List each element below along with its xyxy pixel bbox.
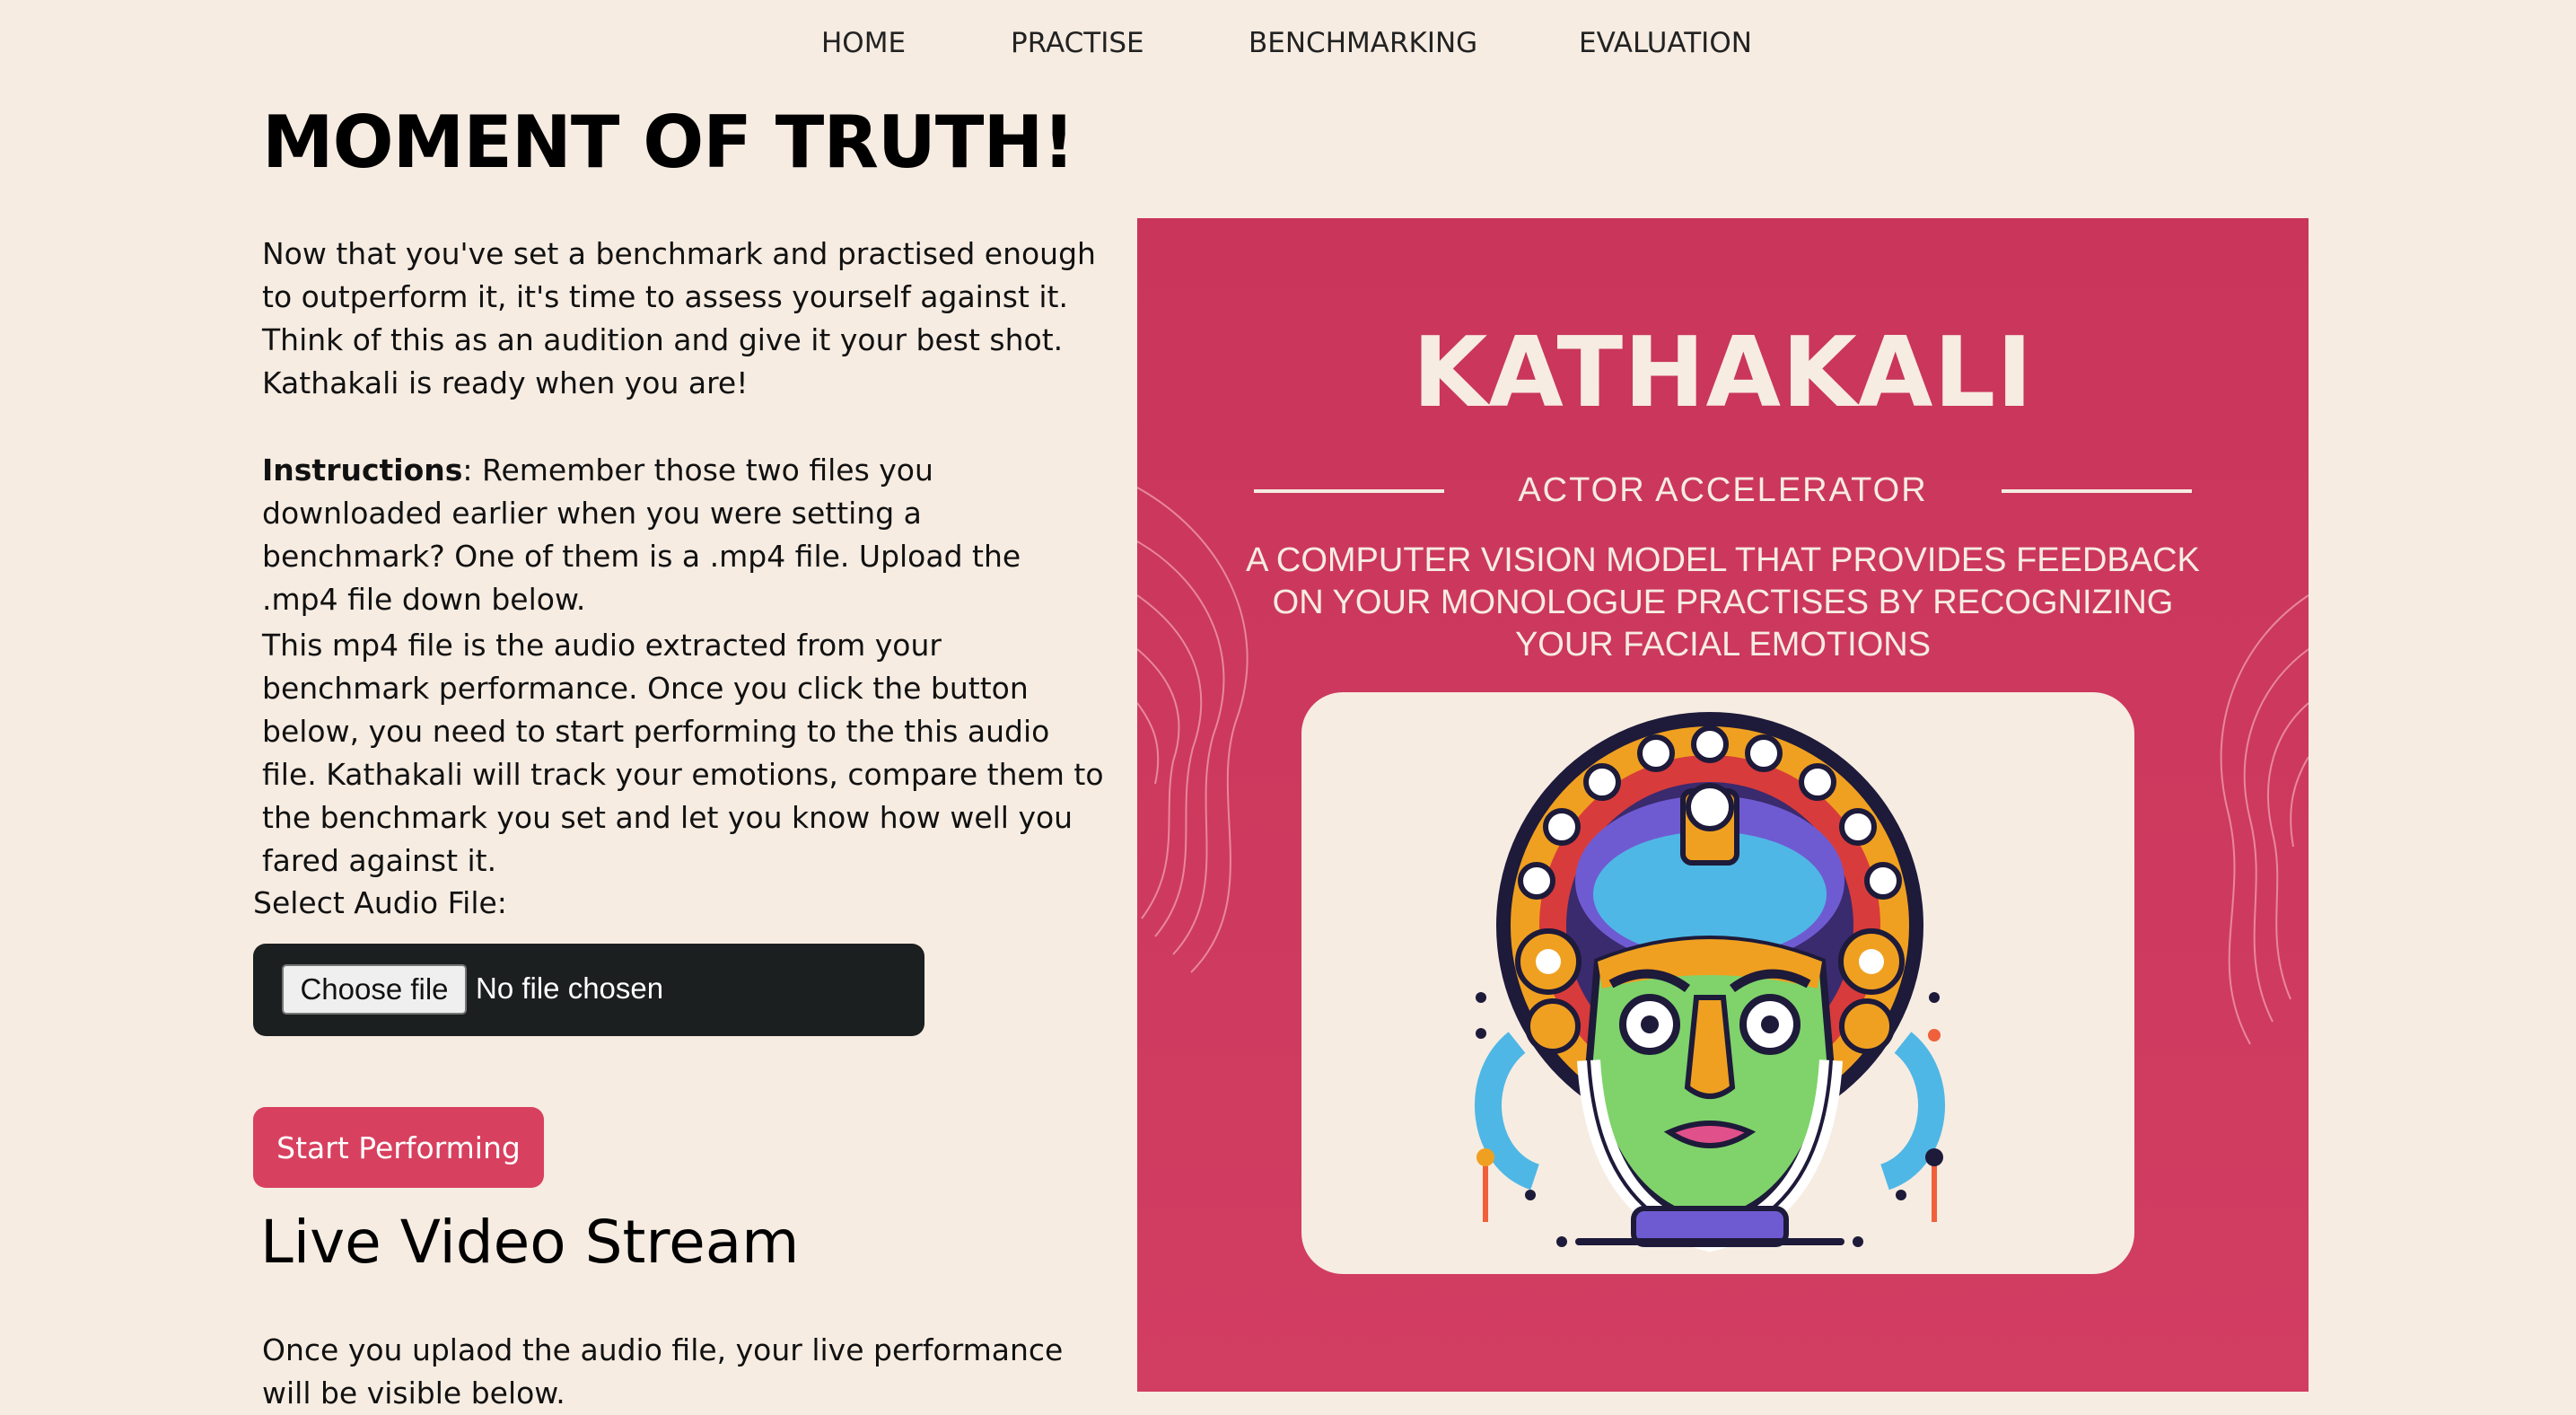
nav-benchmarking[interactable]: BENCHMARKING: [1249, 27, 1477, 59]
kathakali-poster: KATHAKALI ACTOR ACCELERATOR A COMPUTER V…: [1137, 218, 2309, 1392]
audio-file-input[interactable]: Choose file No file chosen: [253, 944, 924, 1036]
nav-practise[interactable]: PRACTISE: [1011, 27, 1144, 59]
top-nav: HOME PRACTISE BENCHMARKING EVALUATION: [0, 27, 2576, 68]
page-title: MOMENT OF TRUTH!: [262, 101, 1075, 184]
select-audio-label: Select Audio File:: [253, 885, 507, 920]
poster-title: KATHAKALI: [1412, 317, 2034, 429]
mask-illustration-card: [1301, 692, 2134, 1274]
instructions-paragraph: Instructions: Remember those two files y…: [262, 449, 1106, 621]
nav-evaluation[interactable]: EVALUATION: [1579, 27, 1752, 59]
kathakali-mask-icon: [1475, 712, 1945, 1252]
choose-file-button[interactable]: Choose file: [282, 964, 467, 1015]
explanation-paragraph: This mp4 file is the audio extracted fro…: [262, 628, 1104, 878]
poster-description: A COMPUTER VISION MODEL THAT PROVIDES FE…: [1246, 541, 2200, 664]
nav-home[interactable]: HOME: [821, 27, 906, 59]
poster-subtitle: ACTOR ACCELERATOR: [1518, 471, 1928, 509]
live-stream-heading: Live Video Stream: [260, 1208, 800, 1277]
instructions-label: Instructions: [262, 453, 463, 488]
intro-paragraph: Now that you've set a benchmark and prac…: [262, 236, 1096, 400]
stream-description: Once you uplaod the audio file, your liv…: [262, 1332, 1064, 1411]
file-status-text: No file chosen: [476, 971, 664, 1005]
start-performing-button[interactable]: Start Performing: [253, 1107, 544, 1188]
